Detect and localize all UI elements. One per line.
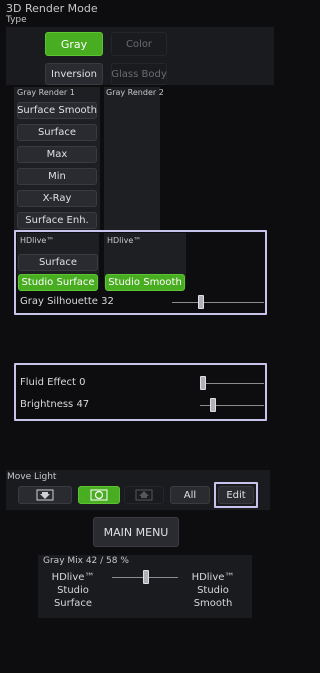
brightness-label: Brightness 47 [20,399,90,410]
page-title: 3D Render Mode [6,2,98,15]
hdlive-col2-header: HDlive™ [107,236,142,245]
glass-body-button[interactable]: Glass Body [111,63,167,85]
gray-mix-right-line3: Smooth [193,598,233,609]
gray-mix-right-line1: HDlive™ [191,572,235,583]
fluid-effect-slider[interactable] [200,383,264,384]
gray-mix-right-line2: Studio [197,585,229,596]
edit-button[interactable]: Edit [218,486,254,504]
gray-button[interactable]: Gray [45,32,103,56]
surface-button[interactable]: Surface [17,124,97,141]
fluid-section [14,363,267,421]
brightness-thumb[interactable] [210,398,216,412]
move-light-all-button[interactable]: All [170,486,210,504]
gray-mix-left-line2: Studio [57,585,89,596]
gray-mix-label: Gray Mix 42 / 58 % [43,556,129,566]
gray-mix-thumb[interactable] [143,570,149,584]
arrow-up-icon [135,489,153,501]
main-menu-button[interactable]: MAIN MENU [93,517,179,547]
surface-smooth-button[interactable]: Surface Smooth [17,102,97,119]
arrow-down-icon [36,489,54,501]
inversion-button[interactable]: Inversion [45,63,103,85]
surface-enh-button[interactable]: Surface Enh. [17,212,97,229]
gray-silhouette-slider[interactable] [172,302,264,303]
gray-render-2-panel [104,87,160,232]
type-label: Type [6,15,27,25]
gray-silhouette-label: Gray Silhouette 32 [20,296,114,307]
gray-mix-left-line1: HDlive™ [51,572,95,583]
fluid-effect-label: Fluid Effect 0 [20,377,86,388]
studio-smooth-button[interactable]: Studio Smooth [105,274,185,291]
gray-mix-left-label: HDlive™ Studio Surface [44,571,102,610]
studio-surface-button[interactable]: Studio Surface [18,274,98,291]
move-light-label: Move Light [7,472,57,482]
gray-render-2-header: Gray Render 2 [106,88,164,97]
move-light-center-button[interactable] [78,486,120,504]
gray-render-1-header: Gray Render 1 [17,88,75,97]
move-light-down-button[interactable] [18,486,72,504]
gray-silhouette-thumb[interactable] [198,295,204,309]
max-button[interactable]: Max [17,146,97,163]
gray-mix-left-line3: Surface [53,598,93,609]
fluid-effect-thumb[interactable] [200,376,206,390]
min-button[interactable]: Min [17,168,97,185]
circle-icon [90,489,108,501]
x-ray-button[interactable]: X-Ray [17,190,97,207]
hdlive-col1-header: HDlive™ [20,236,55,245]
move-light-up-button[interactable] [124,486,164,504]
hdlive-surface-button[interactable]: Surface [18,254,98,271]
color-button[interactable]: Color [111,32,167,56]
gray-mix-right-label: HDlive™ Studio Smooth [184,571,242,610]
